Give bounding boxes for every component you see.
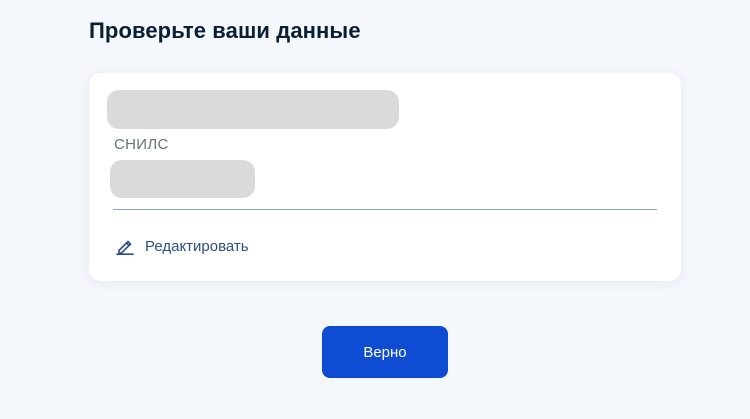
masked-snils-value (110, 160, 255, 198)
pencil-icon (116, 240, 134, 255)
masked-full-name (107, 90, 399, 129)
page-title: Проверьте ваши данные (89, 18, 361, 43)
edit-link[interactable]: Редактировать (116, 235, 249, 257)
edit-link-label: Редактировать (145, 237, 249, 255)
snils-label: СНИЛС (114, 136, 169, 153)
personal-data-card: СНИЛС Редактировать (89, 73, 681, 281)
divider (113, 209, 657, 210)
confirm-button[interactable]: Верно (322, 326, 448, 378)
